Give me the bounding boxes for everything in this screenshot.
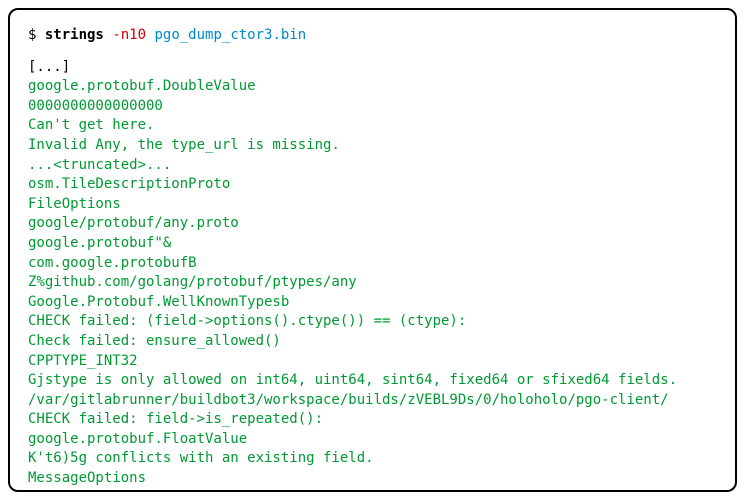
output-line: /var/gitlabrunner/buildbot3/workspace/bu… [28, 391, 717, 411]
output-line: CHECK failed: (field->options().ctype())… [28, 312, 717, 332]
output-line: CHECK failed: field->is_repeated(): [28, 410, 717, 430]
output-line: ...<truncated>... [28, 156, 717, 176]
output-line: 0000000000000000 [28, 97, 717, 117]
output-line: Gjstype is only allowed on int64, uint64… [28, 371, 717, 391]
output-line: FileOptions [28, 195, 717, 215]
shell-prompt: $ [28, 27, 45, 43]
output-ellipsis-top: [...] [28, 58, 717, 78]
output-line: osm.TileDescriptionProto [28, 175, 717, 195]
output-block: [...] google.protobuf.DoubleValue 000000… [28, 58, 717, 492]
output-line: com.google.protobufB [28, 254, 717, 274]
command-line: $ strings -n10 pgo_dump_ctor3.bin [28, 26, 717, 46]
output-line: MessageOptions [28, 469, 717, 489]
output-line: Google.Protobuf.WellKnownTypesb [28, 293, 717, 313]
output-line: Invalid Any, the type_url is missing. [28, 136, 717, 156]
output-line: google.protobuf"& [28, 234, 717, 254]
command-flag: -n10 [112, 27, 146, 43]
output-line: K't6)5g conflicts with an existing field… [28, 449, 717, 469]
terminal-window: $ strings -n10 pgo_dump_ctor3.bin [...] … [8, 8, 737, 492]
output-line: google.protobuf.FloatValue [28, 430, 717, 450]
output-line: Check failed: ensure_allowed() [28, 332, 717, 352]
command-name: strings [45, 27, 104, 43]
output-line: CPPTYPE_INT32 [28, 352, 717, 372]
command-argument: pgo_dump_ctor3.bin [154, 27, 306, 43]
output-line: Can't get here. [28, 116, 717, 136]
output-line: google/protobuf/any.proto [28, 214, 717, 234]
output-line: google.protobuf.DoubleValue [28, 77, 717, 97]
output-line: Z%github.com/golang/protobuf/ptypes/any [28, 273, 717, 293]
output-line: " is already defined in file " [28, 489, 717, 492]
